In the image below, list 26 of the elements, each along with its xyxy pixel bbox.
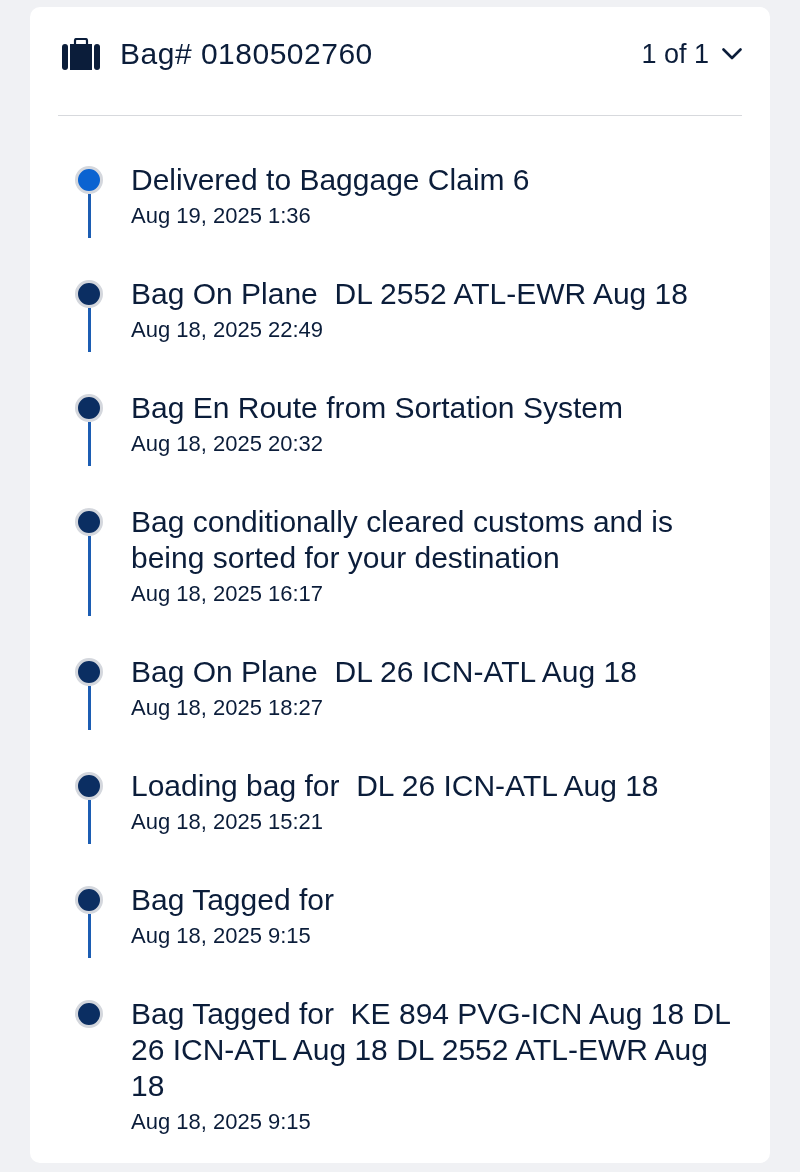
event-time: Aug 18, 2025 18:27 — [131, 694, 325, 722]
event-status: Delivered to Baggage Claim 6 — [131, 162, 531, 198]
timeline-line — [87, 422, 91, 466]
bag-number-title: Bag# 0180502760 — [120, 36, 374, 72]
event-time: Aug 19, 2025 1:36 — [131, 202, 312, 230]
event-time: Aug 18, 2025 20:32 — [131, 430, 325, 458]
timeline-line — [87, 308, 91, 352]
timeline-line — [87, 914, 91, 958]
event-time: Aug 18, 2025 9:15 — [131, 1108, 312, 1136]
suitcase-icon — [62, 38, 100, 70]
event-status: Bag On Plane DL 2552 ATL-EWR Aug 18 — [131, 276, 689, 312]
event-status: Bag En Route from Sortation System — [131, 390, 624, 426]
event-time: Aug 18, 2025 22:49 — [131, 316, 325, 344]
event-status: Bag Tagged for KE 894 PVG-ICN Aug 18 DL 26 ICN-ATL Aug 18 DL 2552 ATL-EWR Aug 18 — [131, 996, 731, 1104]
event-time: Aug 18, 2025 16:17 — [131, 580, 325, 608]
event-time: Aug 18, 2025 15:21 — [131, 808, 325, 836]
event-time: Aug 18, 2025 9:15 — [131, 922, 312, 950]
event-status: Bag Tagged for — [131, 882, 335, 918]
event-status: Loading bag for DL 26 ICN-ATL Aug 18 — [131, 768, 660, 804]
timeline-line — [87, 800, 91, 844]
event-status: Bag On Plane DL 26 ICN-ATL Aug 18 — [131, 654, 638, 690]
timeline-line — [87, 194, 91, 238]
timeline-line — [87, 686, 91, 730]
chevron-down-icon — [722, 48, 742, 60]
event-status: Bag conditionally cleared customs and is being sorted for your destination — [131, 504, 674, 576]
bag-pager-button[interactable]: 1 of 1 — [641, 36, 742, 72]
